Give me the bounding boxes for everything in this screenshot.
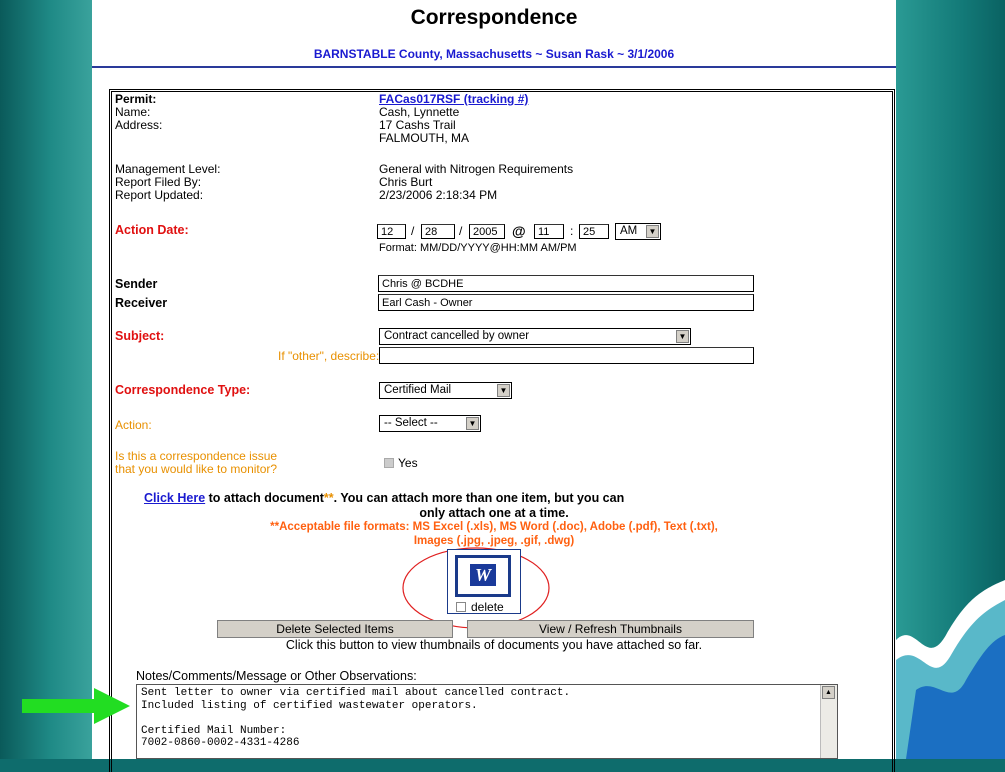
address-label: Address: <box>115 118 163 132</box>
word-letter: W <box>470 564 496 586</box>
notes-label: Notes/Comments/Message or Other Observat… <box>136 669 417 683</box>
thumbnail-hint: Click this button to view thumbnails of … <box>285 638 703 652</box>
chevron-down-icon: ▼ <box>466 417 479 430</box>
attach-link[interactable]: Click Here <box>144 491 205 505</box>
receiver-label: Receiver <box>115 296 168 310</box>
subject-label: Subject: <box>115 329 165 343</box>
month-input[interactable]: 12 <box>377 224 406 239</box>
at-sign: @ <box>512 223 526 239</box>
monitor-yes-label: Yes <box>398 456 418 470</box>
attach-text3: only attach one at a time. <box>419 506 569 520</box>
action-date-label: Action Date: <box>115 223 189 237</box>
word-doc-icon: W <box>455 555 511 597</box>
attach-instructions: Click Here to attach document**. You can… <box>144 492 624 505</box>
action-value: -- Select -- <box>384 417 438 429</box>
wave-decoration <box>896 580 1005 759</box>
date-format-hint: Format: MM/DD/YYYY@HH:MM AM/PM <box>379 242 577 254</box>
page-title: Correspondence <box>410 6 578 29</box>
date-sep2: / <box>459 224 463 238</box>
time-colon: : <box>570 224 574 238</box>
year-input[interactable]: 2005 <box>469 224 505 239</box>
correspondence-page: Correspondence BARNSTABLE County, Massac… <box>92 0 896 772</box>
formats-line1: **Acceptable file formats: MS Excel (.xl… <box>270 521 718 533</box>
address-line2: FALMOUTH, MA <box>379 131 470 145</box>
left-decor-panel <box>0 0 92 759</box>
action-select[interactable]: -- Select -- ▼ <box>379 415 481 432</box>
chevron-down-icon: ▼ <box>646 225 659 238</box>
chevron-down-icon: ▼ <box>497 384 510 397</box>
updated-value: 2/23/2006 2:18:34 PM <box>379 188 498 202</box>
subject-other-input[interactable] <box>379 347 754 364</box>
action-label: Action: <box>115 418 152 432</box>
chevron-down-icon: ▼ <box>676 330 689 343</box>
updated-label: Report Updated: <box>115 188 204 202</box>
subject-other-label: If "other", describe: <box>278 349 380 363</box>
notes-scrollbar[interactable]: ▲ <box>820 685 837 758</box>
receiver-input[interactable]: Earl Cash - Owner <box>378 294 754 311</box>
day-input[interactable]: 28 <box>421 224 455 239</box>
header-divider <box>92 66 896 68</box>
attach-text2: . You can attach more than one item, but… <box>333 491 625 505</box>
date-sep1: / <box>411 224 415 238</box>
correspondence-type-label: Correspondence Type: <box>115 383 251 397</box>
attachment-thumbnail[interactable]: W delete <box>447 549 521 614</box>
view-refresh-button[interactable]: View / Refresh Thumbnails <box>467 620 754 638</box>
subject-value: Contract cancelled by owner <box>384 330 530 342</box>
delete-label: delete <box>471 600 504 614</box>
attach-star: ** <box>323 491 334 505</box>
page-subtitle: BARNSTABLE County, Massachusetts ~ Susan… <box>313 47 675 61</box>
subject-select[interactable]: Contract cancelled by owner ▼ <box>379 328 691 345</box>
monitor-label-line2: that you would like to monitor? <box>115 462 278 476</box>
minute-input[interactable]: 25 <box>579 224 609 239</box>
sender-label: Sender <box>115 277 158 291</box>
sender-input[interactable]: Chris @ BCDHE <box>378 275 754 292</box>
attach-text1: to attach document <box>205 491 324 505</box>
ampm-value: AM <box>620 225 638 237</box>
scroll-up-icon[interactable]: ▲ <box>822 686 835 699</box>
correspondence-type-value: Certified Mail <box>384 384 452 396</box>
hour-input[interactable]: 11 <box>534 224 564 239</box>
delete-checkbox[interactable] <box>456 602 466 612</box>
ampm-select[interactable]: AM ▼ <box>615 223 661 240</box>
notes-text: Sent letter to owner via certified mail … <box>141 687 571 749</box>
notes-textarea[interactable]: Sent letter to owner via certified mail … <box>136 684 838 759</box>
monitor-checkbox[interactable] <box>384 458 394 468</box>
delete-selected-button[interactable]: Delete Selected Items <box>217 620 453 638</box>
green-arrow-icon <box>22 688 130 724</box>
correspondence-type-select[interactable]: Certified Mail ▼ <box>379 382 512 399</box>
